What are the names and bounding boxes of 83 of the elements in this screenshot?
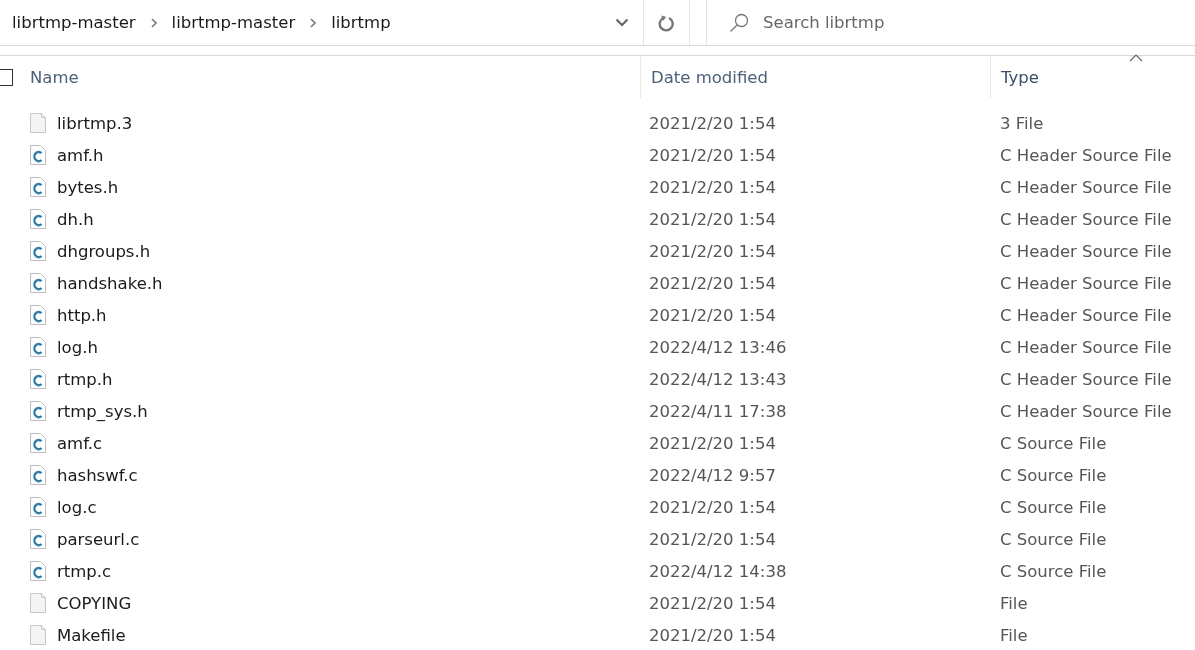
- c-file-icon: [30, 241, 46, 261]
- date-modified: 2021/2/20 1:54: [648, 177, 777, 197]
- date-modified: 2021/2/20 1:54: [648, 113, 777, 133]
- refresh-icon[interactable]: [658, 13, 675, 32]
- date-modified: 2022/4/11 17:38: [648, 401, 788, 421]
- c-file-icon: [30, 177, 46, 197]
- date-modified: 2021/2/20 1:54: [648, 273, 777, 293]
- sort-ascending-icon: [1129, 54, 1143, 62]
- file-name[interactable]: http.h: [57, 305, 107, 325]
- file-name[interactable]: rtmp.c: [57, 561, 112, 581]
- file-type: File: [999, 625, 1029, 645]
- date-modified: 2021/2/20 1:54: [648, 593, 777, 613]
- chevron-icon: [309, 17, 318, 28]
- date-modified: 2021/2/20 1:54: [648, 209, 777, 229]
- file-type: C Header Source File: [999, 305, 1173, 325]
- file-type: C Header Source File: [999, 145, 1173, 165]
- c-file-icon: [30, 529, 46, 549]
- column-header[interactable]: Type: [1001, 67, 1039, 87]
- file-type: C Source File: [999, 497, 1108, 517]
- file-type: File: [999, 593, 1029, 613]
- date-modified: 2021/2/20 1:54: [648, 145, 777, 165]
- file-type: 3 File: [999, 113, 1045, 133]
- file-name[interactable]: COPYING: [57, 593, 132, 613]
- file-name[interactable]: bytes.h: [57, 177, 119, 197]
- file-icon: [30, 593, 46, 613]
- file-name[interactable]: Makefile: [57, 625, 126, 645]
- c-file-icon: [30, 305, 46, 325]
- file-name[interactable]: handshake.h: [57, 273, 163, 293]
- file-type: C Source File: [999, 433, 1108, 453]
- breadcrumb-item[interactable]: librtmp: [331, 13, 391, 32]
- file-name[interactable]: parseurl.c: [57, 529, 140, 549]
- search-placeholder: Search librtmp: [763, 13, 885, 32]
- c-file-icon: [30, 145, 46, 165]
- c-file-icon: [30, 273, 46, 293]
- file-type: C Header Source File: [999, 177, 1173, 197]
- file-icon: [30, 625, 46, 645]
- date-modified: 2021/2/20 1:54: [648, 625, 777, 645]
- dropdown-chevron-icon[interactable]: [615, 18, 629, 27]
- select-all-checkbox[interactable]: [0, 68, 13, 86]
- file-type: C Header Source File: [999, 401, 1173, 421]
- file-type: C Source File: [999, 465, 1108, 485]
- file-name[interactable]: hashswf.c: [57, 465, 138, 485]
- c-file-icon: [30, 369, 46, 389]
- date-modified: 2021/2/20 1:54: [648, 529, 777, 549]
- date-modified: 2021/2/20 1:54: [648, 433, 777, 453]
- file-name[interactable]: amf.c: [57, 433, 103, 453]
- search-field[interactable]: Search librtmp: [706, 0, 1195, 45]
- c-file-icon: [30, 433, 46, 453]
- file-name[interactable]: rtmp.h: [57, 369, 113, 389]
- date-modified: 2021/2/20 1:54: [648, 497, 777, 517]
- date-modified: 2022/4/12 13:43: [648, 369, 788, 389]
- file-type: C Header Source File: [999, 241, 1173, 261]
- c-file-icon: [30, 401, 46, 421]
- file-type: C Source File: [999, 561, 1108, 581]
- file-type: C Header Source File: [999, 273, 1173, 293]
- file-name[interactable]: rtmp_sys.h: [57, 401, 148, 421]
- file-name[interactable]: log.h: [57, 337, 98, 357]
- file-icon: [30, 113, 46, 133]
- date-modified: 2021/2/20 1:54: [648, 305, 777, 325]
- search-icon: [729, 12, 749, 33]
- c-file-icon: [30, 465, 46, 485]
- column-header[interactable]: Date modified: [651, 67, 768, 87]
- breadcrumb-item[interactable]: librtmp-master: [171, 13, 296, 32]
- column-header[interactable]: Name: [30, 67, 79, 87]
- file-name[interactable]: dh.h: [57, 209, 94, 229]
- date-modified: 2022/4/12 13:46: [648, 337, 788, 357]
- date-modified: 2021/2/20 1:54: [648, 241, 777, 261]
- c-file-icon: [30, 209, 46, 229]
- date-modified: 2022/4/12 9:57: [648, 465, 777, 485]
- date-modified: 2022/4/12 14:38: [648, 561, 788, 581]
- chevron-icon: [149, 17, 158, 28]
- c-file-icon: [30, 497, 46, 517]
- breadcrumb-item[interactable]: librtmp-master: [12, 13, 136, 32]
- file-name[interactable]: amf.h: [57, 145, 104, 165]
- file-name[interactable]: librtmp.3: [57, 113, 133, 133]
- c-file-icon: [30, 337, 46, 357]
- file-name[interactable]: log.c: [57, 497, 97, 517]
- file-type: C Header Source File: [999, 209, 1173, 229]
- file-type: C Header Source File: [999, 369, 1173, 389]
- c-file-icon: [30, 561, 46, 581]
- file-type: C Source File: [999, 529, 1108, 549]
- file-type: C Header Source File: [999, 337, 1173, 357]
- file-name[interactable]: dhgroups.h: [57, 241, 151, 261]
